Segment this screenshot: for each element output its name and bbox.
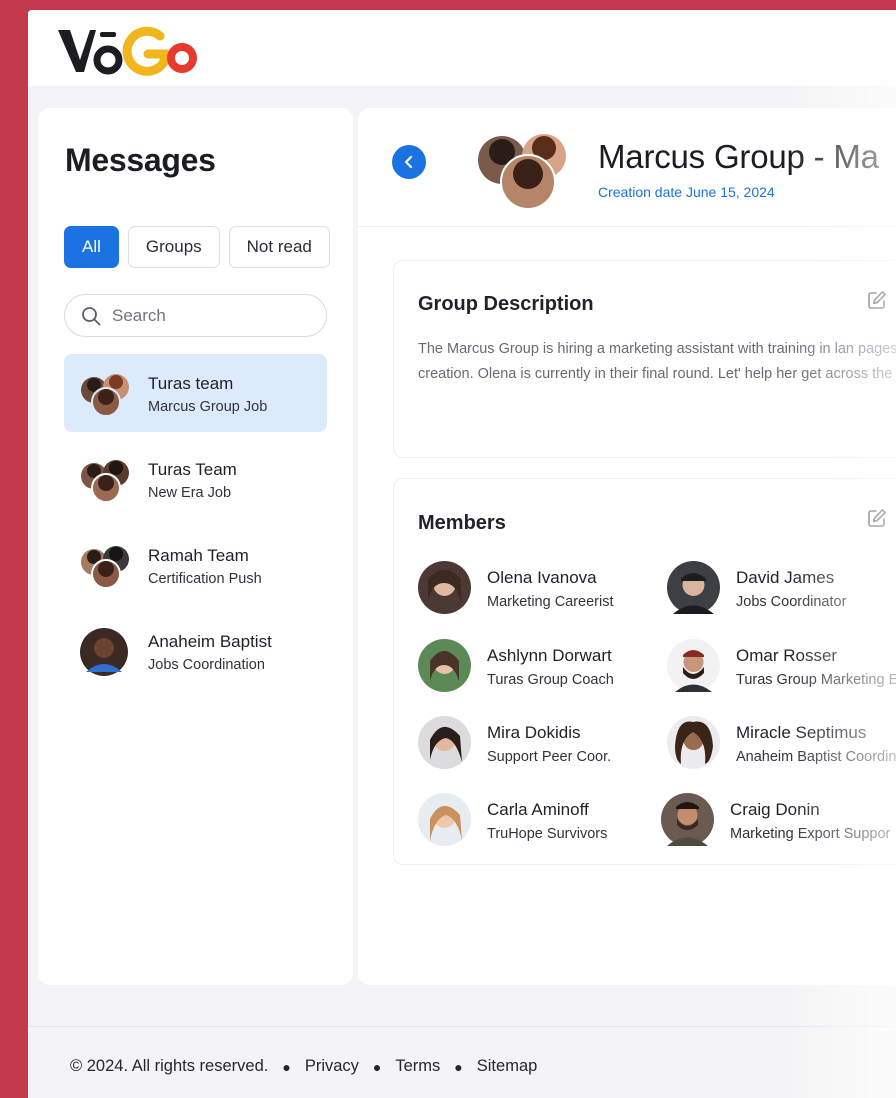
member-name: Carla Aminoff: [487, 800, 589, 819]
group-title: Marcus Group - Ma: [598, 138, 879, 175]
member-item[interactable]: Craig Donin Marketing Export Suppor: [661, 793, 896, 849]
group-avatar-icon: [81, 374, 129, 417]
member-item[interactable]: Carla Aminoff TruHope Survivors: [418, 793, 658, 849]
member-role: Turas Group Coach: [487, 672, 614, 688]
member-role: TruHope Survivors: [487, 826, 608, 842]
members-card: Members Olena Ivanova Marketing Careeris…: [393, 478, 896, 865]
avatar: [661, 793, 714, 846]
creation-label: Creation date: [598, 184, 683, 200]
back-button[interactable]: [392, 145, 426, 179]
user-avatar-icon: [80, 628, 128, 676]
edit-icon[interactable]: [866, 289, 888, 311]
member-name: David James: [736, 568, 835, 587]
member-name: Omar Rosser: [736, 646, 838, 665]
member-name: Miracle Septimus: [736, 723, 867, 742]
sidebar-title: Messages: [65, 142, 216, 178]
member-item[interactable]: Miracle Septimus Anaheim Baptist Coordin: [667, 716, 896, 772]
member-item[interactable]: Ashlynn Dorwart Turas Group Coach: [418, 639, 658, 695]
separator-dot: ●: [282, 1058, 291, 1075]
top-bar: [28, 10, 896, 86]
search-icon: [82, 306, 101, 325]
description-text: The Marcus Group is hiring a marketing a…: [418, 341, 896, 382]
description-heading: Group Description: [418, 293, 594, 315]
chat-name: Ramah Team: [148, 546, 249, 565]
member-role: Turas Group Marketing E: [736, 672, 896, 688]
logo-mark: [58, 26, 197, 76]
chat-item-ramah-team[interactable]: Ramah Team Certification Push: [64, 526, 327, 604]
member-name: Craig Donin: [730, 800, 820, 819]
member-role: Anaheim Baptist Coordin: [736, 749, 896, 765]
member-item[interactable]: Omar Rosser Turas Group Marketing E: [667, 639, 896, 695]
footer-link-sitemap[interactable]: Sitemap: [477, 1057, 538, 1076]
filter-groups[interactable]: Groups: [127, 226, 220, 268]
members-heading: Members: [418, 512, 506, 534]
member-role: Marketing Export Suppor: [730, 826, 891, 842]
edit-icon[interactable]: [866, 507, 888, 529]
member-role: Jobs Coordinator: [736, 594, 847, 610]
group-description-card: Group Description The Marcus Group is hi…: [393, 260, 896, 458]
footer: © 2024. All rights reserved. ● Privacy ●…: [70, 1057, 537, 1076]
chat-item-anaheim-baptist[interactable]: Anaheim Baptist Jobs Coordination: [64, 612, 327, 690]
member-role: Marketing Careerist: [487, 594, 614, 610]
footer-link-terms[interactable]: Terms: [395, 1057, 440, 1076]
chat-name: Anaheim Baptist: [148, 632, 272, 651]
chat-item-turas-team[interactable]: Turas team Marcus Group Job: [64, 354, 327, 432]
chat-name: Turas Team: [148, 460, 237, 479]
filter-not-read[interactable]: Not read: [228, 226, 330, 268]
group-avatar-icon: [478, 134, 566, 210]
chevron-left-icon: [404, 155, 413, 169]
search-input[interactable]: [112, 305, 312, 326]
member-name: Ashlynn Dorwart: [487, 646, 612, 665]
separator-dot: ●: [454, 1058, 463, 1075]
creation-date: Creation date June 15, 2024: [598, 184, 775, 200]
search-box[interactable]: [64, 294, 327, 337]
filter-all[interactable]: All: [64, 226, 119, 268]
chat-item-turas-team-new-era[interactable]: Turas Team New Era Job: [64, 440, 327, 518]
member-item[interactable]: David James Jobs Coordinator: [667, 561, 896, 617]
app-frame: Messages All Groups Not read Turas team …: [28, 10, 896, 1098]
group-avatar-icon: [81, 546, 129, 589]
group-detail-panel: Marcus Group - Ma Creation date June 15,…: [358, 108, 896, 985]
footer-link-privacy[interactable]: Privacy: [305, 1057, 359, 1076]
member-item[interactable]: Mira Dokidis Support Peer Coor.: [418, 716, 658, 772]
member-name: Mira Dokidis: [487, 723, 581, 742]
chat-subtitle: Marcus Group Job: [148, 399, 268, 415]
chat-subtitle: Jobs Coordination: [148, 657, 265, 673]
chat-subtitle: New Era Job: [148, 485, 232, 501]
chat-subtitle: Certification Push: [148, 571, 262, 587]
avatar: [418, 639, 471, 692]
avatar: [418, 716, 471, 769]
footer-divider: [28, 1026, 896, 1027]
filter-tabs: All Groups Not read: [64, 226, 330, 268]
messages-sidebar: Messages All Groups Not read Turas team …: [38, 108, 353, 985]
avatar: [667, 716, 720, 769]
avatar: [418, 561, 471, 614]
avatar: [418, 793, 471, 846]
member-item[interactable]: Olena Ivanova Marketing Careerist: [418, 561, 658, 617]
separator-dot: ●: [372, 1058, 382, 1075]
member-role: Support Peer Coor.: [487, 749, 612, 765]
header-divider: [358, 226, 896, 227]
chat-name: Turas team: [148, 374, 234, 393]
chat-list: Turas team Marcus Group Job Turas Team N…: [64, 354, 327, 698]
creation-value: June 15, 2024: [685, 184, 775, 200]
group-avatar-icon: [81, 460, 129, 503]
avatar: [667, 561, 720, 614]
copyright-text: © 2024. All rights reserved.: [70, 1057, 269, 1075]
avatar: [667, 639, 720, 692]
brand-logo[interactable]: [56, 20, 206, 80]
member-name: Olena Ivanova: [487, 568, 597, 587]
